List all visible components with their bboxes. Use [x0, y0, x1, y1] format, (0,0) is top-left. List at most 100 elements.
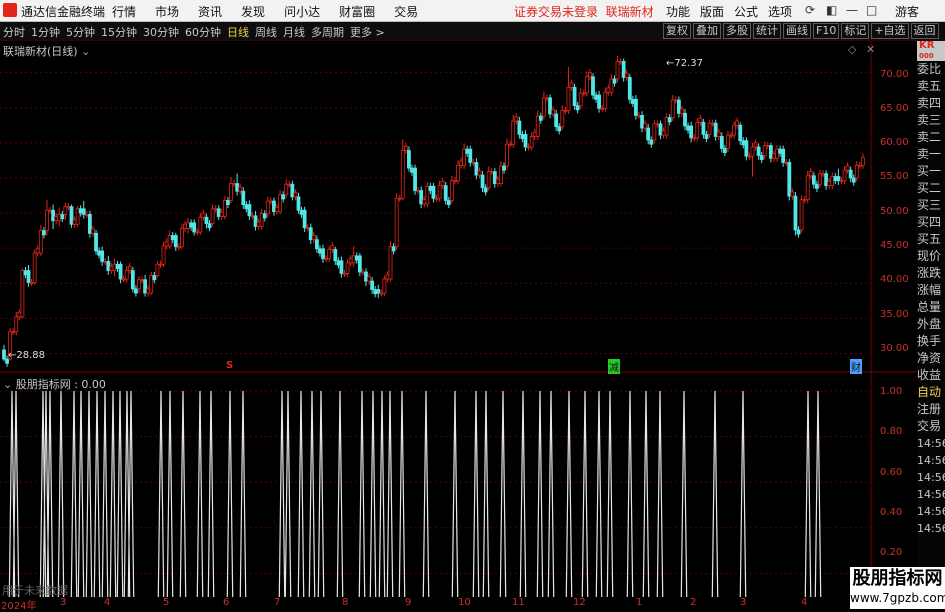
- marker-s[interactable]: S: [226, 360, 233, 371]
- stock-name-title: 联瑞新材: [605, 5, 654, 19]
- candle-body: [772, 153, 776, 159]
- guest-login[interactable]: 游客: [895, 3, 919, 20]
- candle-body: [318, 248, 322, 254]
- quote-row: 卖四: [917, 96, 942, 110]
- menu-item-gongshi[interactable]: 公式: [734, 3, 758, 20]
- multi-stock-button[interactable]: 多股: [723, 23, 751, 39]
- candle-body: [345, 262, 350, 274]
- skin-icon[interactable]: ◧: [826, 3, 837, 17]
- candle-body: [321, 248, 325, 260]
- add-watchlist-button[interactable]: +自选: [871, 23, 909, 39]
- chart-options-icon[interactable]: ⌄: [81, 45, 90, 58]
- y-tick: 0.40: [880, 507, 903, 518]
- candle-body: [69, 206, 74, 225]
- overlay-button[interactable]: 叠加: [693, 23, 721, 39]
- refresh-icon[interactable]: ⟳: [805, 3, 815, 17]
- menu-item-caifuquan[interactable]: 财富圈: [339, 3, 375, 20]
- tab-15min[interactable]: 15分钟: [101, 24, 137, 40]
- tab-weekly[interactable]: 周线: [255, 24, 277, 40]
- candle-body: [713, 122, 718, 137]
- candle-body: [845, 165, 850, 171]
- menu-item-hangqing[interactable]: 行情: [112, 3, 136, 20]
- candle-body: [17, 312, 22, 318]
- candle-body: [557, 126, 562, 132]
- candle-body: [130, 270, 135, 290]
- indicator-options-icon[interactable]: ⌄: [3, 378, 12, 391]
- menu-item-shichang[interactable]: 市场: [155, 3, 179, 20]
- back-button[interactable]: 返回: [910, 23, 939, 39]
- menu-item-xuanxiang[interactable]: 选项: [768, 3, 792, 20]
- tab-multi-period[interactable]: 多周期: [311, 24, 344, 40]
- candle-body: [109, 265, 114, 271]
- tab-1min[interactable]: 1分钟: [31, 24, 60, 40]
- minimize-icon[interactable]: —: [846, 3, 858, 17]
- trade-button[interactable]: 交易: [917, 418, 945, 435]
- f10-button[interactable]: F10: [813, 23, 840, 39]
- maximize-icon[interactable]: □: [866, 3, 877, 17]
- y-tick: 60.00: [880, 137, 909, 148]
- y-tick: 50.00: [880, 206, 909, 217]
- tick-time: 14:56: [917, 471, 945, 484]
- date-tick: 2024年: [1, 601, 37, 612]
- date-tick: 8: [342, 597, 349, 608]
- y-tick: 40.00: [880, 274, 909, 285]
- menu-item-jiaoyi[interactable]: 交易: [394, 3, 418, 20]
- candle-body: [327, 249, 332, 260]
- tab-fenshi[interactable]: 分时: [3, 24, 25, 40]
- candle-body: [91, 228, 95, 234]
- quote-row: 总量: [917, 300, 942, 314]
- auto-button[interactable]: 自动: [917, 384, 945, 401]
- candle-body: [259, 213, 264, 227]
- candle-body: [680, 108, 684, 114]
- candle-body: [149, 275, 154, 294]
- quote-code-bottom: 000: [919, 52, 934, 60]
- candle-body: [115, 263, 120, 269]
- tab-more[interactable]: 更多 >: [350, 24, 385, 40]
- candle-body: [726, 134, 730, 149]
- restore-rights-button[interactable]: 复权: [663, 23, 691, 39]
- candle-body: [339, 260, 344, 274]
- candle-body: [569, 82, 574, 88]
- candle-body: [732, 124, 736, 136]
- tab-monthly[interactable]: 月线: [283, 24, 305, 40]
- diamond-icon[interactable]: ◇: [848, 43, 856, 56]
- menu-item-wenxiaoda[interactable]: 问小达: [284, 3, 320, 20]
- date-tick: 5: [163, 597, 170, 608]
- candle-body: [284, 183, 289, 196]
- login-warning[interactable]: 证券交易未登录 联瑞新材: [514, 3, 654, 20]
- quote-row: 收益: [917, 368, 942, 382]
- close-chart-icon[interactable]: ✕: [866, 43, 875, 56]
- menu-item-gongneng[interactable]: 功能: [666, 3, 690, 20]
- candle-body: [456, 164, 460, 182]
- candle-body: [762, 145, 767, 156]
- menu-item-banmian[interactable]: 版面: [700, 3, 724, 20]
- candle-body: [548, 97, 552, 115]
- candle-body: [692, 137, 697, 140]
- tab-daily[interactable]: 日线: [227, 24, 249, 40]
- candle-body: [367, 276, 371, 282]
- candlestick-series: [2, 55, 865, 367]
- quote-row: 净资: [917, 351, 942, 365]
- low-value: 28.88: [16, 350, 46, 361]
- candle-body: [710, 122, 715, 125]
- candle-body: [357, 255, 362, 273]
- candle-body: [517, 120, 522, 135]
- mark-button[interactable]: 标记: [841, 23, 870, 39]
- candle-body: [578, 92, 583, 106]
- marker-finance[interactable]: 财: [850, 359, 862, 374]
- candle-body: [621, 60, 626, 78]
- candle-body: [827, 181, 832, 187]
- tab-5min[interactable]: 5分钟: [66, 24, 95, 40]
- menu-item-zixun[interactable]: 资讯: [198, 3, 222, 20]
- register-button[interactable]: 注册: [917, 401, 945, 418]
- menu-item-faxian[interactable]: 发现: [241, 3, 265, 20]
- draw-line-button[interactable]: 画线: [783, 23, 811, 39]
- quote-row: 换手: [917, 334, 942, 348]
- tab-30min[interactable]: 30分钟: [143, 24, 179, 40]
- login-warning-text[interactable]: 证券交易未登录: [514, 5, 598, 19]
- statistics-button[interactable]: 统计: [753, 23, 781, 39]
- tab-60min[interactable]: 60分钟: [185, 24, 221, 40]
- chart-area[interactable]: [0, 41, 917, 597]
- marker-reduce[interactable]: 减: [608, 359, 620, 374]
- candle-body: [287, 183, 292, 186]
